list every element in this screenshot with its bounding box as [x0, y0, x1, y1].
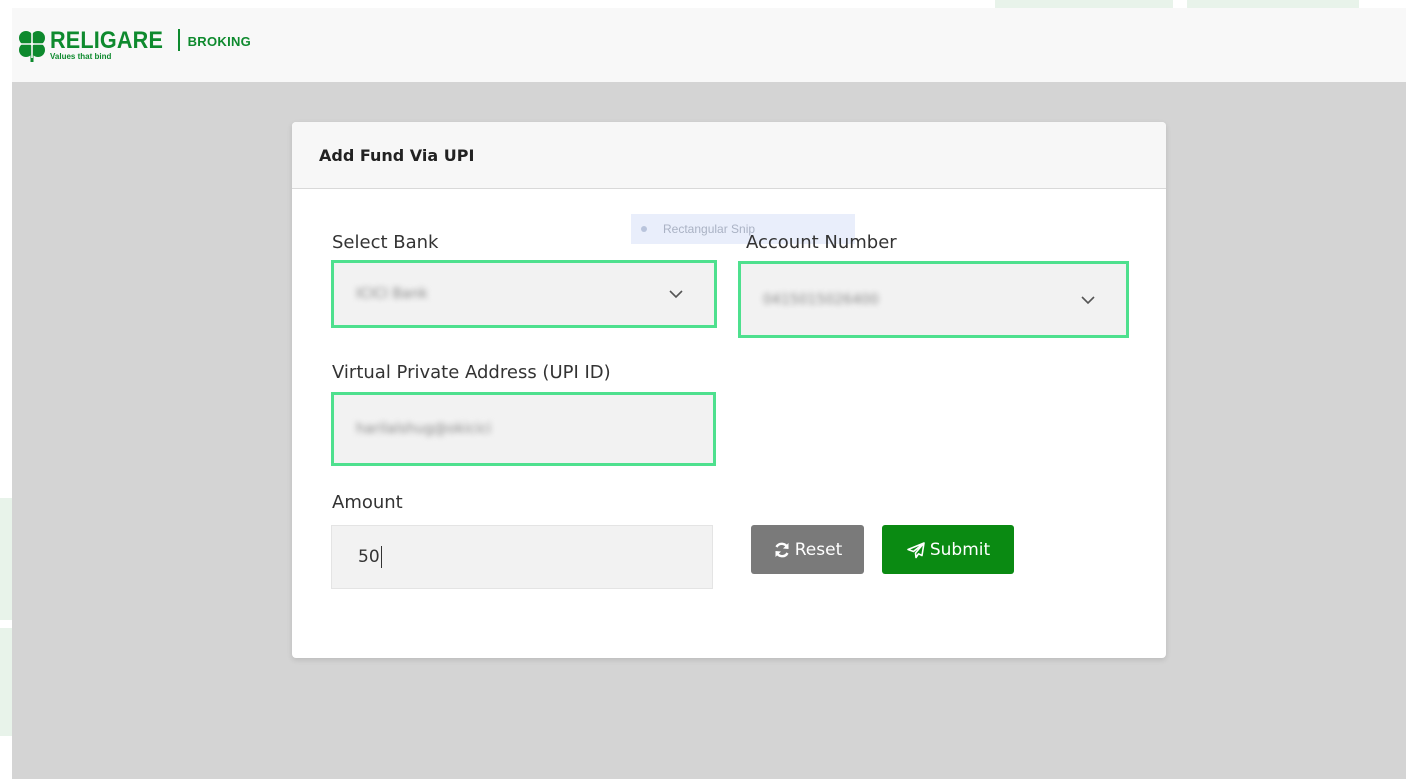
amount-input[interactable]: 50	[331, 525, 713, 589]
reset-label: Reset	[794, 539, 843, 560]
chevron-down-icon	[1081, 295, 1095, 304]
submit-label: Submit	[929, 539, 991, 560]
add-fund-card: Add Fund Via UPI Rectangular Snip Select…	[292, 122, 1166, 658]
paper-plane-icon	[907, 541, 925, 558]
bank-label: Select Bank	[332, 232, 439, 253]
card-header: Add Fund Via UPI	[292, 122, 1166, 189]
background-decoration	[1187, 0, 1359, 8]
submit-button[interactable]: Submit	[882, 525, 1014, 574]
reset-button[interactable]: Reset	[751, 525, 864, 574]
account-label: Account Number	[746, 232, 897, 253]
amount-value: 50	[358, 547, 380, 567]
account-select-value: 0415015026400	[763, 291, 879, 308]
text-caret	[380, 546, 382, 568]
background-decoration	[995, 0, 1173, 8]
account-select[interactable]: 0415015026400	[738, 261, 1129, 338]
top-header: RELIGARE Values that bind BROKING	[12, 8, 1406, 82]
upi-id-input[interactable]: harilalshug@okicici	[331, 392, 716, 466]
background-decoration	[0, 628, 12, 736]
snip-dot-icon	[641, 226, 647, 232]
bank-select-value: ICICI Bank	[356, 286, 428, 302]
brand-name: RELIGARE	[50, 27, 164, 54]
refresh-icon	[775, 542, 789, 557]
upi-label: Virtual Private Address (UPI ID)	[332, 362, 611, 383]
background-decoration	[0, 498, 12, 620]
amount-label: Amount	[332, 492, 403, 513]
upi-id-value: harilalshug@okicici	[356, 421, 492, 437]
clover-logo-icon	[18, 30, 46, 62]
chevron-down-icon	[669, 290, 683, 299]
snip-tooltip-label: Rectangular Snip	[663, 222, 756, 236]
logo-divider	[177, 29, 180, 51]
brand-division: BROKING	[187, 33, 252, 49]
card-title: Add Fund Via UPI	[319, 145, 475, 165]
religare-logo[interactable]: RELIGARE Values that bind BROKING	[16, 28, 251, 62]
bank-select[interactable]: ICICI Bank	[331, 260, 717, 328]
